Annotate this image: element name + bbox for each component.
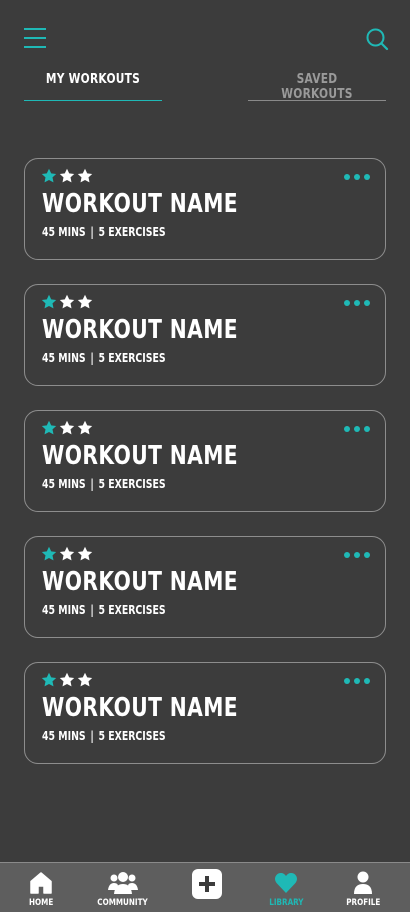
workout-duration: 45 MINS: [42, 729, 86, 743]
difficulty-rating: [41, 168, 93, 186]
meta-separator: |: [90, 351, 94, 365]
more-options-icon[interactable]: [344, 173, 370, 181]
add-icon: [192, 869, 222, 899]
workout-title: WORKOUT NAME: [42, 315, 239, 345]
nav-home-label: HOME: [28, 898, 54, 908]
workout-card[interactable]: WORKOUT NAME 45 MINS | 5 EXERCISES: [24, 536, 386, 638]
more-options-icon[interactable]: [344, 425, 370, 433]
star-icon: [41, 168, 57, 184]
meta-separator: |: [90, 603, 94, 617]
workout-card[interactable]: WORKOUT NAME 45 MINS | 5 EXERCISES: [24, 284, 386, 386]
star-icon: [77, 546, 93, 562]
workout-meta: 45 MINS | 5 EXERCISES: [42, 225, 166, 239]
workout-title: WORKOUT NAME: [42, 441, 239, 471]
workout-exercises: 5 EXERCISES: [98, 225, 166, 239]
nav-library-label: LIBRARY: [268, 898, 304, 908]
workout-exercises: 5 EXERCISES: [98, 351, 166, 365]
workout-meta: 45 MINS | 5 EXERCISES: [42, 729, 166, 743]
profile-icon: [353, 869, 373, 897]
workout-exercises: 5 EXERCISES: [98, 603, 166, 617]
star-icon: [41, 420, 57, 436]
home-icon: [29, 869, 53, 897]
star-icon: [59, 294, 75, 310]
tab-inactive-underline: [248, 100, 386, 101]
workout-duration: 45 MINS: [42, 225, 86, 239]
workout-meta: 45 MINS | 5 EXERCISES: [42, 477, 166, 491]
star-icon: [59, 546, 75, 562]
star-icon: [41, 294, 57, 310]
workout-meta: 45 MINS | 5 EXERCISES: [42, 603, 166, 617]
nav-profile[interactable]: PROFILE: [322, 863, 404, 912]
workout-card[interactable]: WORKOUT NAME 45 MINS | 5 EXERCISES: [24, 158, 386, 260]
meta-separator: |: [90, 225, 94, 239]
meta-separator: |: [90, 477, 94, 491]
difficulty-rating: [41, 546, 93, 564]
more-options-icon[interactable]: [344, 551, 370, 559]
difficulty-rating: [41, 672, 93, 690]
star-icon: [77, 420, 93, 436]
star-icon: [41, 546, 57, 562]
hamburger-icon[interactable]: [24, 28, 46, 48]
nav-community-label: COMMUNITY: [97, 898, 149, 908]
workout-duration: 45 MINS: [42, 603, 86, 617]
meta-separator: |: [90, 729, 94, 743]
workout-card[interactable]: WORKOUT NAME 45 MINS | 5 EXERCISES: [24, 410, 386, 512]
workout-title: WORKOUT NAME: [42, 567, 239, 597]
difficulty-rating: [41, 294, 93, 312]
more-options-icon[interactable]: [344, 299, 370, 307]
star-icon: [41, 672, 57, 688]
star-icon: [77, 168, 93, 184]
workout-duration: 45 MINS: [42, 477, 86, 491]
workout-tabs: MY WORKOUTS SAVED WORKOUTS: [24, 72, 386, 102]
nav-library[interactable]: LIBRARY: [245, 863, 327, 912]
nav-add[interactable]: [166, 863, 248, 912]
search-icon[interactable]: [365, 27, 389, 51]
heart-icon: [274, 869, 298, 897]
more-options-icon[interactable]: [344, 677, 370, 685]
star-icon: [59, 420, 75, 436]
tab-active-underline: [24, 100, 162, 101]
star-icon: [59, 672, 75, 688]
workout-title: WORKOUT NAME: [42, 693, 239, 723]
workout-title: WORKOUT NAME: [42, 189, 239, 219]
star-icon: [77, 672, 93, 688]
star-icon: [59, 168, 75, 184]
star-icon: [77, 294, 93, 310]
tab-my-workouts[interactable]: MY WORKOUTS: [36, 72, 149, 101]
workout-card[interactable]: WORKOUT NAME 45 MINS | 5 EXERCISES: [24, 662, 386, 764]
nav-home[interactable]: HOME: [0, 863, 82, 912]
workout-duration: 45 MINS: [42, 351, 86, 365]
workout-exercises: 5 EXERCISES: [98, 477, 166, 491]
workout-list: WORKOUT NAME 45 MINS | 5 EXERCISES WORKOUT N…: [24, 158, 386, 788]
workout-exercises: 5 EXERCISES: [98, 729, 166, 743]
difficulty-rating: [41, 420, 93, 438]
community-icon: [108, 869, 138, 897]
workout-meta: 45 MINS | 5 EXERCISES: [42, 351, 166, 365]
nav-community[interactable]: COMMUNITY: [82, 863, 164, 912]
tab-saved-workouts[interactable]: SAVED WORKOUTS: [260, 72, 373, 102]
app-header: [0, 0, 410, 70]
nav-profile-label: PROFILE: [345, 898, 381, 908]
bottom-nav: HOME COMMUNITY LIBRARY PROFILE: [0, 862, 410, 912]
